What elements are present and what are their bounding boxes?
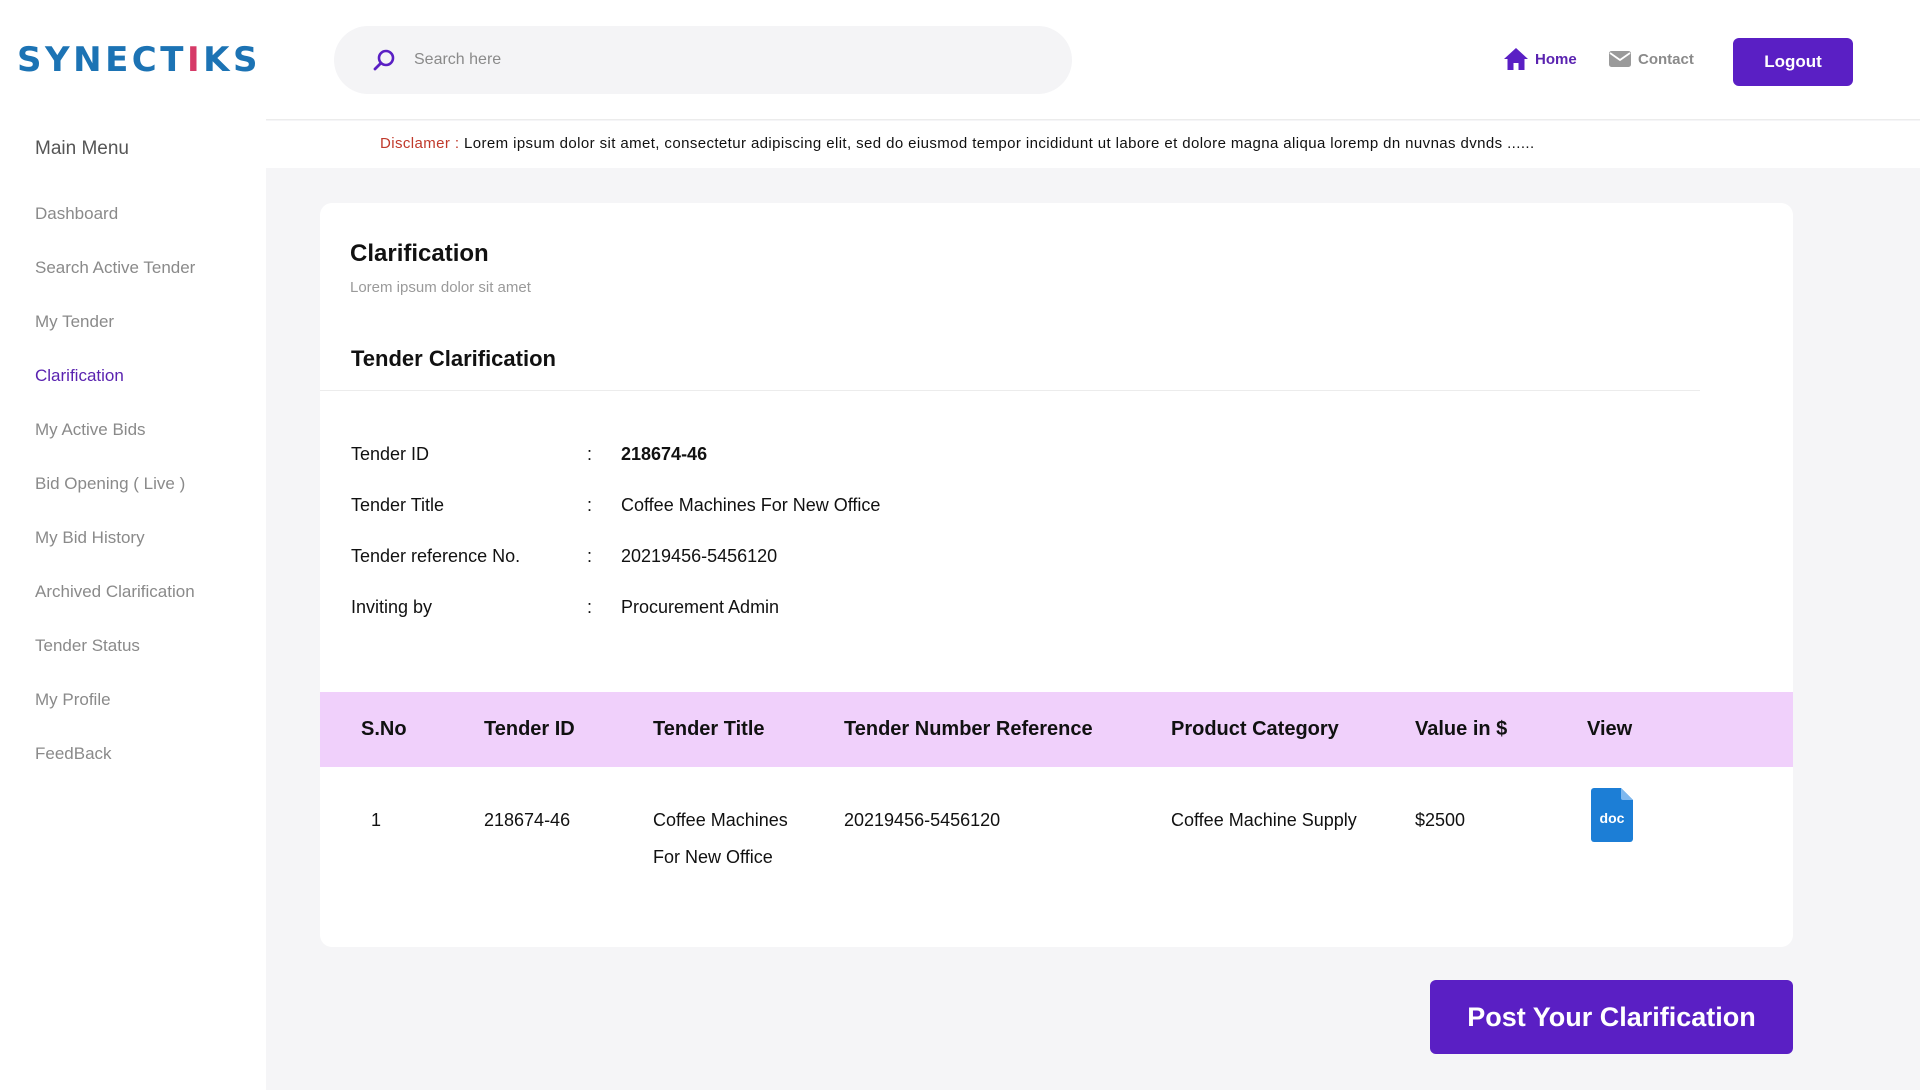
- info-value: 218674-46: [621, 443, 708, 464]
- synectiks-logo[interactable]: SYNECTIKS: [17, 40, 261, 80]
- sidebar-item-dashboard[interactable]: Dashboard: [35, 202, 195, 256]
- cell-sno: 1: [371, 810, 382, 830]
- disclaimer-bar: Disclamer : Lorem ipsum dolor sit amet, …: [266, 121, 1920, 168]
- info-value: 20219456-5456120: [621, 545, 778, 566]
- sidebar-nav: Dashboard Search Active Tender My Tender…: [35, 202, 195, 796]
- home-link[interactable]: Home: [1503, 44, 1577, 74]
- cell-category: Coffee Machine Supply: [1171, 810, 1357, 830]
- sidebar-item-tender-status[interactable]: Tender Status: [35, 634, 195, 688]
- column-header-tender-title: Tender Title: [653, 718, 765, 740]
- search-icon[interactable]: [372, 48, 396, 72]
- sidebar-item-my-tender[interactable]: My Tender: [35, 310, 195, 364]
- column-header-category: Product Category: [1171, 718, 1339, 740]
- column-header-view: View: [1587, 718, 1633, 740]
- info-separator: :: [587, 545, 593, 566]
- info-row-tender-title: Tender Title : Coffee Machines For New O…: [351, 490, 880, 520]
- info-label: Inviting by: [351, 596, 433, 617]
- info-label: Tender reference No.: [351, 545, 521, 566]
- sidebar-item-search-active-tender[interactable]: Search Active Tender: [35, 256, 195, 310]
- logout-button[interactable]: Logout: [1733, 38, 1853, 86]
- search-bar[interactable]: [334, 26, 1072, 94]
- info-separator: :: [587, 443, 593, 464]
- home-label: Home: [1535, 50, 1577, 68]
- doc-icon-label: doc: [1600, 810, 1625, 826]
- info-row-tender-id: Tender ID : 218674-46: [351, 439, 707, 469]
- cell-title-line1: Coffee Machines: [653, 810, 788, 830]
- sidebar-item-archived-clarification[interactable]: Archived Clarification: [35, 580, 195, 634]
- info-separator: :: [587, 494, 593, 515]
- cell-reference: 20219456-5456120: [844, 810, 1001, 830]
- sidebar: SYNECTIKS Main Menu Dashboard Search Act…: [0, 0, 266, 1090]
- disclaimer-label: Disclamer :: [380, 135, 460, 152]
- main-menu-title: Main Menu: [35, 138, 129, 159]
- page-title: Clarification: [350, 240, 489, 267]
- search-input[interactable]: [414, 44, 1034, 76]
- info-row-reference: Tender reference No. : 20219456-5456120: [351, 541, 777, 571]
- contact-link[interactable]: Contact: [1608, 44, 1694, 74]
- column-header-sno: S.No: [361, 718, 407, 740]
- table-header: S.No Tender ID Tender Title Tender Numbe…: [320, 692, 1793, 767]
- info-row-inviting-by: Inviting by : Procurement Admin: [351, 592, 779, 622]
- column-header-value: Value in $: [1415, 718, 1508, 740]
- column-header-reference: Tender Number Reference: [844, 718, 1093, 740]
- page-subtitle: Lorem ipsum dolor sit amet: [350, 279, 531, 296]
- mail-icon: [1609, 51, 1631, 67]
- sidebar-item-my-bid-history[interactable]: My Bid History: [35, 526, 195, 580]
- cell-tender-id: 218674-46: [484, 810, 571, 830]
- sidebar-item-bid-opening-live[interactable]: Bid Opening ( Live ): [35, 472, 195, 526]
- cell-title-line2: For New Office: [653, 847, 773, 867]
- sidebar-item-clarification[interactable]: Clarification: [35, 364, 195, 418]
- info-separator: :: [587, 596, 593, 617]
- top-header: Home Contact Logout: [266, 0, 1920, 120]
- clarification-card: Clarification Lorem ipsum dolor sit amet…: [320, 203, 1793, 947]
- info-label: Tender Title: [351, 494, 445, 515]
- disclaimer-text: Lorem ipsum dolor sit amet, consectetur …: [464, 135, 1535, 152]
- info-label: Tender ID: [351, 443, 430, 464]
- section-divider: [320, 390, 1700, 391]
- contact-label: Contact: [1638, 50, 1694, 68]
- post-clarification-button[interactable]: Post Your Clarification: [1430, 980, 1793, 1054]
- home-icon: [1504, 48, 1528, 70]
- column-header-tender-id: Tender ID: [484, 718, 575, 740]
- cell-value: $2500: [1415, 810, 1466, 830]
- doc-file-icon[interactable]: doc: [1591, 788, 1633, 842]
- sidebar-item-my-profile[interactable]: My Profile: [35, 688, 195, 742]
- sidebar-item-feedback[interactable]: FeedBack: [35, 742, 195, 796]
- info-value: Coffee Machines For New Office: [621, 494, 881, 515]
- info-value: Procurement Admin: [621, 596, 780, 617]
- disclaimer-text-line: Disclamer : Lorem ipsum dolor sit amet, …: [380, 135, 1535, 152]
- sidebar-item-my-active-bids[interactable]: My Active Bids: [35, 418, 195, 472]
- section-title: Tender Clarification: [351, 346, 556, 371]
